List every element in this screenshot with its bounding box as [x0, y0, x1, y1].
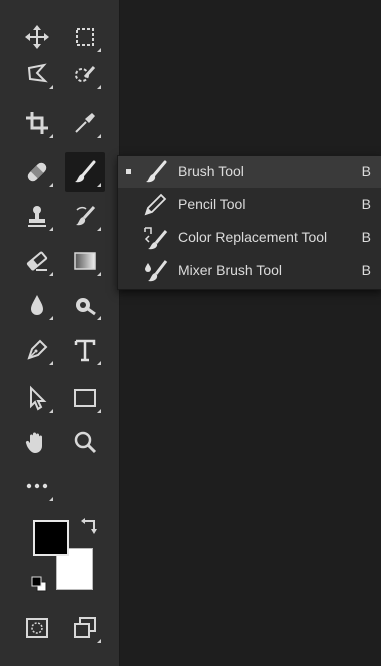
gradient-icon	[74, 252, 96, 270]
quick-mask-button[interactable]	[17, 608, 57, 648]
default-colors-icon[interactable]	[31, 576, 47, 592]
more-icon	[26, 483, 48, 489]
zoom-tool[interactable]	[65, 422, 105, 462]
brush-tools-flyout-menu: Brush Tool B Pencil Tool B Color Replace…	[117, 155, 381, 290]
lasso-icon	[27, 63, 48, 83]
clone-stamp-tool[interactable]	[17, 196, 57, 236]
foreground-color-swatch[interactable]	[33, 520, 69, 556]
menu-item-label: Mixer Brush Tool	[178, 262, 283, 278]
quick-mask-icon	[26, 618, 48, 638]
hand-icon	[25, 432, 42, 453]
gradient-tool[interactable]	[65, 241, 105, 281]
path-selection-icon	[30, 385, 47, 411]
menu-item-shortcut: B	[361, 196, 371, 212]
lasso-tool[interactable]	[17, 54, 57, 94]
eraser-icon	[26, 251, 48, 271]
edit-toolbar-button[interactable]	[17, 466, 57, 506]
color-replacement-icon	[144, 227, 168, 250]
move-icon	[25, 25, 49, 49]
brush-tool[interactable]	[65, 152, 105, 192]
history-brush-tool[interactable]	[65, 196, 105, 236]
stamp-icon	[28, 206, 46, 227]
eyedropper-icon	[75, 113, 95, 133]
quick-selection-tool[interactable]	[65, 54, 105, 94]
menu-item-brush-tool[interactable]: Brush Tool B	[118, 156, 381, 188]
blur-tool[interactable]	[17, 285, 57, 325]
mixer-brush-icon	[145, 260, 168, 282]
history-brush-icon	[76, 205, 96, 226]
screen-mode-icon	[74, 617, 96, 638]
eyedropper-tool[interactable]	[65, 103, 105, 143]
blur-drop-icon	[31, 295, 43, 315]
move-tool[interactable]	[17, 17, 57, 57]
menu-item-label: Pencil Tool	[178, 196, 246, 212]
menu-item-color-replacement-tool[interactable]: Color Replacement Tool B	[118, 222, 381, 254]
pen-tool[interactable]	[17, 330, 57, 370]
marquee-icon	[76, 28, 94, 46]
rectangle-icon	[74, 389, 96, 407]
type-icon	[74, 339, 96, 362]
pencil-icon	[144, 193, 167, 216]
type-tool[interactable]	[65, 330, 105, 370]
zoom-icon	[74, 431, 97, 454]
swap-colors-icon[interactable]	[80, 516, 100, 536]
quick-selection-icon	[75, 65, 96, 82]
menu-item-mixer-brush-tool[interactable]: Mixer Brush Tool B	[118, 255, 381, 287]
brush-icon	[75, 160, 96, 183]
menu-item-label: Brush Tool	[178, 163, 244, 179]
menu-item-shortcut: B	[361, 163, 371, 179]
healing-bandage-icon	[27, 162, 47, 182]
marquee-tool[interactable]	[65, 17, 105, 57]
dodge-icon	[76, 298, 96, 316]
screen-mode-button[interactable]	[65, 608, 105, 648]
selected-bullet-icon	[126, 169, 131, 174]
eraser-tool[interactable]	[17, 241, 57, 281]
brush-icon	[146, 160, 167, 183]
spot-healing-tool[interactable]	[17, 152, 57, 192]
crop-icon	[26, 112, 48, 134]
tools-panel	[0, 0, 120, 666]
crop-tool[interactable]	[17, 103, 57, 143]
hand-tool[interactable]	[17, 422, 57, 462]
menu-item-pencil-tool[interactable]: Pencil Tool B	[118, 189, 381, 221]
pen-icon	[27, 339, 48, 360]
menu-item-shortcut: B	[361, 229, 371, 245]
rectangle-tool[interactable]	[65, 378, 105, 418]
path-selection-tool[interactable]	[17, 378, 57, 418]
dodge-tool[interactable]	[65, 285, 105, 325]
menu-item-shortcut: B	[361, 262, 371, 278]
menu-item-label: Color Replacement Tool	[178, 229, 328, 245]
